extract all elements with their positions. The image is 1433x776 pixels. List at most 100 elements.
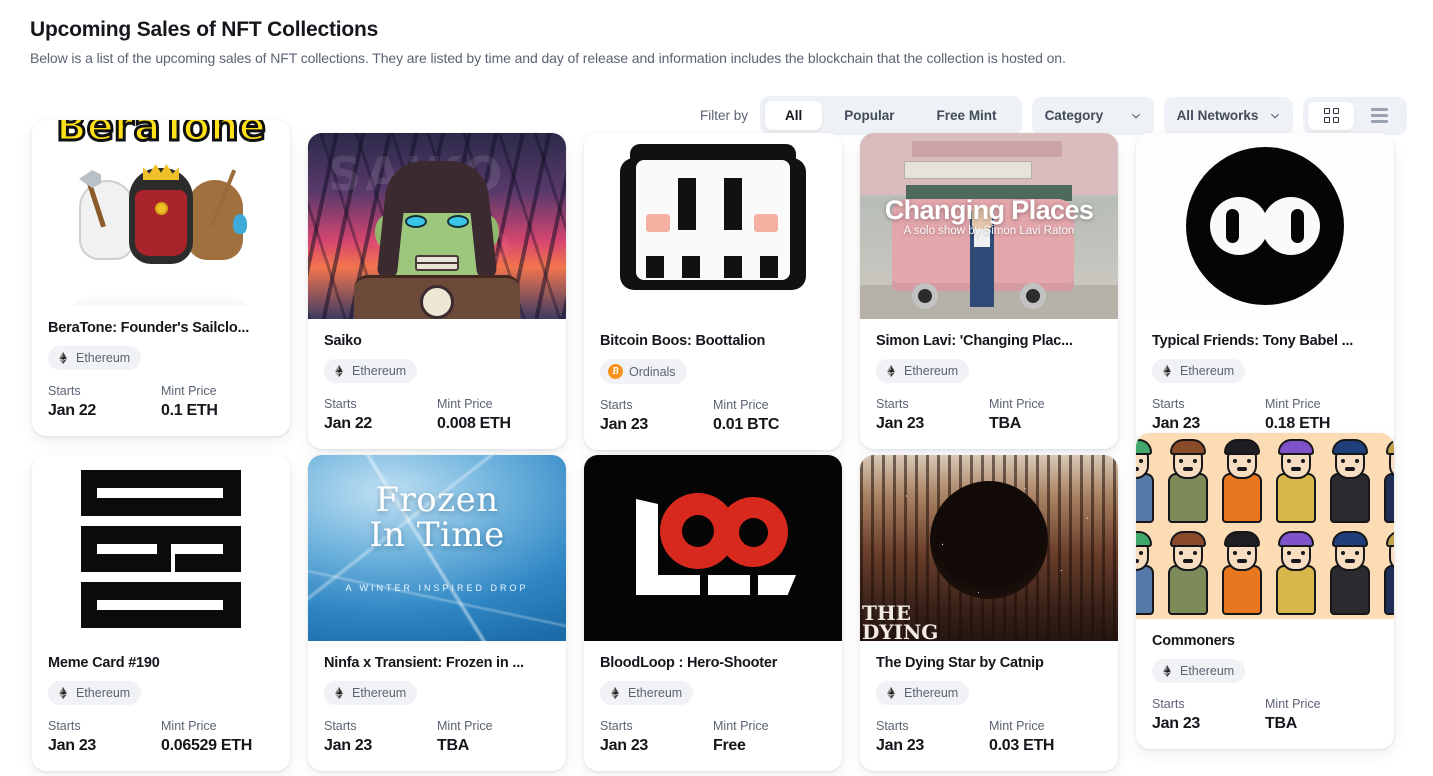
starts-label: Starts	[600, 398, 633, 412]
filter-tab-all[interactable]: All	[765, 101, 823, 130]
collection-card-body: Typical Friends: Tony Babel ... Ethereum…	[1136, 319, 1394, 449]
mint-price-label: Mint Price	[437, 397, 493, 411]
category-dropdown[interactable]: Category	[1031, 96, 1154, 135]
mint-price-stat: Mint Price TBA	[989, 397, 1102, 433]
collection-artwork	[584, 133, 842, 319]
category-dropdown-label: Category	[1044, 108, 1104, 123]
starts-stat: Starts Jan 23	[324, 719, 437, 755]
mint-price-value: 0.18 ETH	[1265, 415, 1331, 432]
collection-card[interactable]: Frozen In Time A WINTER INSPIRED DROP Nin…	[308, 455, 566, 771]
mint-price-label: Mint Price	[437, 719, 493, 733]
collection-card-body: BloodLoop : Hero-Shooter Ethereum Starts…	[584, 641, 842, 771]
mint-price-label: Mint Price	[713, 719, 769, 733]
collection-artwork: SAIKO SAIKO	[308, 133, 566, 319]
starts-value: Jan 23	[876, 415, 925, 432]
collection-stats: Starts Jan 23 Mint Price TBA	[324, 719, 550, 755]
filter-tab-free-mint[interactable]: Free Mint	[917, 101, 1017, 130]
collection-stats: Starts Jan 23 Mint Price 0.06529 ETH	[48, 719, 274, 755]
starts-value: Jan 23	[1152, 715, 1201, 732]
ethereum-icon	[59, 686, 67, 700]
starts-stat: Starts Jan 23	[1152, 397, 1265, 433]
collection-stats: Starts Jan 23 Mint Price 0.03 ETH	[876, 719, 1102, 755]
chain-name: Ethereum	[352, 364, 407, 378]
collection-card[interactable]: SAIKO SAIKO Saiko	[308, 133, 566, 449]
chain-badge: Ethereum	[1152, 659, 1246, 683]
mint-price-stat: Mint Price Free	[713, 719, 826, 755]
filter-segmented-control: All Popular Free Mint	[760, 96, 1022, 135]
mint-price-value: TBA	[1265, 715, 1297, 732]
collection-card[interactable]: Commoners Ethereum Starts Jan 23 Mint Pr…	[1136, 433, 1394, 749]
chain-badge: Ethereum	[324, 681, 418, 705]
starts-stat: Starts Jan 23	[876, 397, 989, 433]
collection-title: Meme Card #190	[48, 655, 160, 671]
collection-title: Commoners	[1152, 633, 1235, 649]
starts-stat: Starts Jan 23	[600, 398, 713, 434]
chain-badge: Ethereum	[876, 681, 970, 705]
collection-artwork	[32, 455, 290, 641]
ethereum-icon	[59, 351, 67, 365]
collection-card[interactable]: Changing Places A solo show by Simon Lav…	[860, 133, 1118, 449]
chain-name: Ethereum	[904, 364, 959, 378]
collection-stats: Starts Jan 23 Mint Price TBA	[876, 397, 1102, 433]
starts-stat: Starts Jan 23	[876, 719, 989, 755]
list-view-button[interactable]	[1356, 102, 1402, 130]
starts-stat: Starts Jan 22	[324, 397, 437, 433]
page-title: Upcoming Sales of NFT Collections	[30, 18, 379, 41]
collection-title: BloodLoop : Hero-Shooter	[600, 655, 778, 671]
collection-card[interactable]: THE DYING The Dying Star by Catnip Ethere…	[860, 455, 1118, 771]
mint-price-value: Free	[713, 737, 746, 754]
collection-card[interactable]: Meme Card #190 Ethereum Starts Jan 23 Mi…	[32, 455, 290, 771]
mint-price-stat: Mint Price TBA	[437, 719, 550, 755]
grid-view-button[interactable]	[1308, 101, 1355, 130]
chain-badge: Ethereum	[876, 359, 970, 383]
collection-card-body: Saiko Ethereum Starts Jan 22 Mint Price …	[308, 319, 566, 449]
collection-title: BeraTone: Founder's Sailclo...	[48, 320, 250, 336]
filter-tab-popular[interactable]: Popular	[824, 101, 914, 130]
collection-card[interactable]: Typical Friends: Tony Babel ... Ethereum…	[1136, 133, 1394, 449]
collection-artwork	[584, 455, 842, 641]
chain-badge: Ethereum	[48, 346, 142, 370]
collection-card-body: Simon Lavi: 'Changing Plac... Ethereum S…	[860, 319, 1118, 449]
starts-label: Starts	[600, 719, 633, 733]
chain-badge: Ethereum	[600, 681, 694, 705]
starts-value: Jan 22	[48, 402, 97, 419]
collection-card-body: Commoners Ethereum Starts Jan 23 Mint Pr…	[1136, 619, 1394, 749]
collection-artwork: Changing Places A solo show by Simon Lav…	[860, 133, 1118, 319]
chain-name: Ethereum	[352, 686, 407, 700]
starts-stat: Starts Jan 23	[1152, 697, 1265, 733]
collection-title: The Dying Star by Catnip	[876, 655, 1044, 671]
chain-name: Ethereum	[76, 686, 131, 700]
collection-card[interactable]: BeraTone BeraTone: Founder's Sailclo...	[32, 120, 290, 436]
collection-card-body: The Dying Star by Catnip Ethereum Starts…	[860, 641, 1118, 771]
mint-price-stat: Mint Price 0.18 ETH	[1265, 397, 1378, 433]
mint-price-value: 0.03 ETH	[989, 737, 1055, 754]
mint-price-label: Mint Price	[1265, 697, 1321, 711]
starts-value: Jan 23	[324, 737, 373, 754]
chain-badge: Ethereum	[1152, 359, 1246, 383]
collection-card[interactable]: Bitcoin Boos: Boottalion B Ordinals Star…	[584, 133, 842, 450]
network-dropdown[interactable]: All Networks	[1163, 96, 1294, 135]
collection-stats: Starts Jan 23 Mint Price Free	[600, 719, 826, 755]
filter-bar: Filter by All Popular Free Mint Category…	[700, 96, 1408, 135]
collection-stats: Starts Jan 23 Mint Price TBA	[1152, 697, 1378, 733]
chevron-down-icon	[1271, 113, 1280, 118]
ethereum-icon	[611, 686, 619, 700]
collection-card-body: Bitcoin Boos: Boottalion B Ordinals Star…	[584, 319, 842, 450]
ethereum-icon	[335, 364, 343, 378]
collection-title: Saiko	[324, 333, 362, 349]
collection-artwork: Frozen In Time A WINTER INSPIRED DROP	[308, 455, 566, 641]
collection-card-body: BeraTone: Founder's Sailclo... Ethereum …	[32, 306, 290, 436]
collection-stats: Starts Jan 23 Mint Price 0.01 BTC	[600, 398, 826, 434]
collection-artwork: THE DYING	[860, 455, 1118, 641]
grid-view-icon	[1323, 108, 1339, 123]
starts-value: Jan 23	[48, 737, 97, 754]
mint-price-label: Mint Price	[1265, 397, 1321, 411]
ethereum-icon	[1163, 364, 1171, 378]
collection-stats: Starts Jan 22 Mint Price 0.1 ETH	[48, 384, 274, 420]
collection-card[interactable]: BloodLoop : Hero-Shooter Ethereum Starts…	[584, 455, 842, 771]
chain-name: Ethereum	[904, 686, 959, 700]
mint-price-label: Mint Price	[161, 719, 217, 733]
starts-label: Starts	[48, 719, 81, 733]
starts-stat: Starts Jan 23	[600, 719, 713, 755]
collection-artwork	[1136, 433, 1394, 619]
